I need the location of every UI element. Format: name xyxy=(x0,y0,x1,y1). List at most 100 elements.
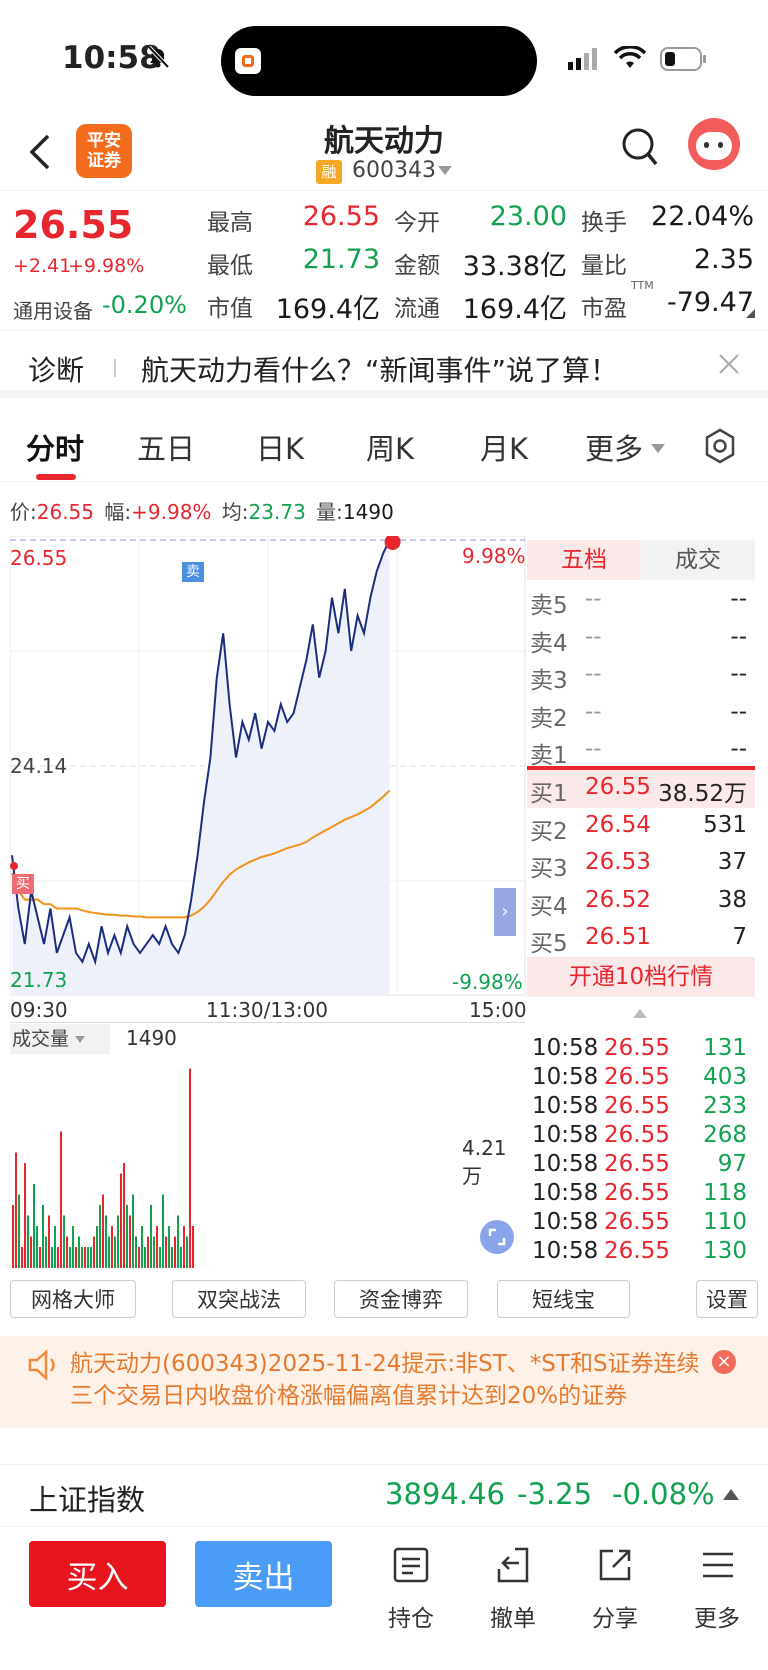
metric-price-label: 价: xyxy=(10,500,37,524)
scroll-up-icon[interactable] xyxy=(633,1009,647,1018)
more-chevron-down-icon[interactable] xyxy=(651,444,665,453)
volume-bar xyxy=(99,1205,101,1268)
risk-notice[interactable]: 航天动力(600343)2025-11-24提示:非ST、*ST和S证券连续三个… xyxy=(0,1336,768,1428)
float-cap-value: 169.4亿 xyxy=(462,294,567,325)
ask-row[interactable]: 卖5 -- -- xyxy=(527,582,755,620)
index-pct: -0.08% xyxy=(612,1477,715,1511)
chevron-down-icon[interactable] xyxy=(438,166,452,175)
tick-time: 10:58 xyxy=(532,1122,599,1148)
settings-gear-icon[interactable] xyxy=(702,428,738,468)
cancel-order-button[interactable]: 撤单 xyxy=(478,1539,548,1639)
volume-bar xyxy=(42,1205,44,1268)
tab-five-level[interactable]: 五档 xyxy=(527,540,641,580)
ask-row[interactable]: 卖4 -- -- xyxy=(527,620,755,658)
high-value: 26.55 xyxy=(302,201,380,232)
back-icon[interactable] xyxy=(26,132,54,176)
expand-corner-icon[interactable] xyxy=(746,309,755,318)
low-value: 21.73 xyxy=(302,244,380,275)
tool-double-breakout[interactable]: 双突战法 xyxy=(172,1280,306,1318)
market-cap-label: 市值 xyxy=(207,296,253,322)
fullscreen-icon[interactable] xyxy=(480,1220,514,1254)
bid-row[interactable]: 买5 26.51 7 xyxy=(527,920,755,958)
volume-bar xyxy=(141,1226,143,1268)
volume-bar xyxy=(30,1236,32,1268)
volume-bar xyxy=(171,1247,173,1268)
level-label: 买4 xyxy=(530,893,568,920)
tick-volume: 97 xyxy=(717,1151,747,1177)
tool-short-term[interactable]: 短线宝 xyxy=(497,1280,630,1318)
sell-button[interactable]: 卖出 xyxy=(195,1541,332,1607)
price-change: +2.41 xyxy=(13,255,72,277)
bid-row[interactable]: 买2 26.54 531 xyxy=(527,808,755,846)
volume-value: 1490 xyxy=(126,1026,177,1050)
market-index-bar[interactable]: 上证指数 3894.46 -3.25 -0.08% xyxy=(0,1464,768,1526)
volume-bar xyxy=(18,1194,20,1268)
period-tabs: 分时 五日 日K 周K 月K 更多 xyxy=(0,406,768,482)
tab-weekly-k[interactable]: 周K xyxy=(366,426,414,468)
tick-price: 26.55 xyxy=(604,1238,670,1264)
ask-row[interactable]: 卖2 -- -- xyxy=(527,695,755,733)
volume-bar xyxy=(117,1215,119,1268)
amount-label: 金额 xyxy=(394,253,440,279)
expand-right-icon[interactable]: › xyxy=(494,888,516,936)
tab-intraday[interactable]: 分时 xyxy=(26,426,84,468)
bid-row[interactable]: 买3 26.53 37 xyxy=(527,845,755,883)
buy-button[interactable]: 买入 xyxy=(29,1541,166,1607)
sector-label[interactable]: 通用设备 xyxy=(13,295,93,324)
mute-icon xyxy=(145,44,171,70)
ask-row[interactable]: 卖1 -- -- xyxy=(527,732,755,770)
tick-time: 10:58 xyxy=(532,1180,599,1206)
positions-button[interactable]: 持仓 xyxy=(376,1539,446,1639)
tick-volume: 233 xyxy=(703,1093,747,1119)
search-icon[interactable] xyxy=(620,126,660,174)
pe-value: -79.47 xyxy=(666,287,754,318)
assistant-avatar[interactable] xyxy=(688,118,740,170)
volume-bar xyxy=(96,1226,98,1268)
volume-bar xyxy=(126,1205,128,1268)
more-button[interactable]: 更多 xyxy=(682,1539,752,1639)
upgrade-level10-button[interactable]: 开通10档行情 xyxy=(527,957,755,997)
volume-bar xyxy=(12,1205,14,1268)
level-volume: 531 xyxy=(703,811,747,838)
tick-volume: 118 xyxy=(703,1180,747,1206)
tick-volume: 130 xyxy=(703,1238,747,1264)
level-price: -- xyxy=(585,661,602,687)
volume-bar xyxy=(90,1247,92,1268)
tick-volume: 110 xyxy=(703,1209,747,1235)
tool-settings[interactable]: 设置 xyxy=(696,1280,758,1318)
app-activity-icon xyxy=(235,48,261,74)
margin-badge: 融 xyxy=(316,160,342,184)
volume-selector[interactable]: 成交量 xyxy=(10,1024,110,1054)
bid-row[interactable]: 买1 26.55 38.52万 xyxy=(527,770,755,808)
tab-daily-k[interactable]: 日K xyxy=(256,426,304,468)
intraday-chart[interactable]: 26.55 24.14 21.73 9.98% -9.98% 买 卖 › xyxy=(9,534,526,996)
notice-close-icon[interactable]: × xyxy=(712,1350,736,1374)
news-banner[interactable]: 诊断 航天动力看什么？“新闻事件”说了算！ xyxy=(0,330,768,398)
stock-code[interactable]: 600343 xyxy=(352,158,436,183)
level-volume: -- xyxy=(730,698,747,725)
level-volume: 37 xyxy=(717,849,747,875)
strategy-tools: 网格大师 双突战法 资金博弈 短线宝 设置 xyxy=(0,1278,768,1326)
level-price: -- xyxy=(585,736,602,762)
ask-row[interactable]: 卖3 -- -- xyxy=(527,657,755,695)
volume-chart[interactable]: 成交量 1490 4.21万 xyxy=(10,1024,526,1268)
tick-row: 10:58 26.55 130 xyxy=(532,1238,757,1267)
intraday-metrics: 价:26.55 幅:+9.98% 均:23.73 量:1490 xyxy=(10,496,394,525)
close-icon[interactable] xyxy=(718,353,740,379)
tab-monthly-k[interactable]: 月K xyxy=(480,426,528,468)
trade-ticks: 10:58 26.55 131 10:58 26.55 403 10:58 26.55 233 1… xyxy=(527,1035,755,1275)
bid-row[interactable]: 买4 26.52 38 xyxy=(527,883,755,921)
share-button[interactable]: 分享 xyxy=(580,1539,650,1639)
volume-bar xyxy=(24,1163,26,1268)
tab-five-day[interactable]: 五日 xyxy=(137,426,195,468)
dynamic-island xyxy=(221,26,537,96)
volume-bar xyxy=(114,1236,116,1268)
tool-grid-master[interactable]: 网格大师 xyxy=(10,1280,136,1318)
turnover-label: 换手 xyxy=(581,210,627,236)
tool-capital-game[interactable]: 资金博弈 xyxy=(334,1280,468,1318)
expand-up-icon[interactable] xyxy=(723,1489,739,1500)
tab-more[interactable]: 更多 xyxy=(585,426,643,468)
tab-trades[interactable]: 成交 xyxy=(641,540,755,580)
level-price: -- xyxy=(585,586,602,612)
volume-bar xyxy=(165,1236,167,1268)
